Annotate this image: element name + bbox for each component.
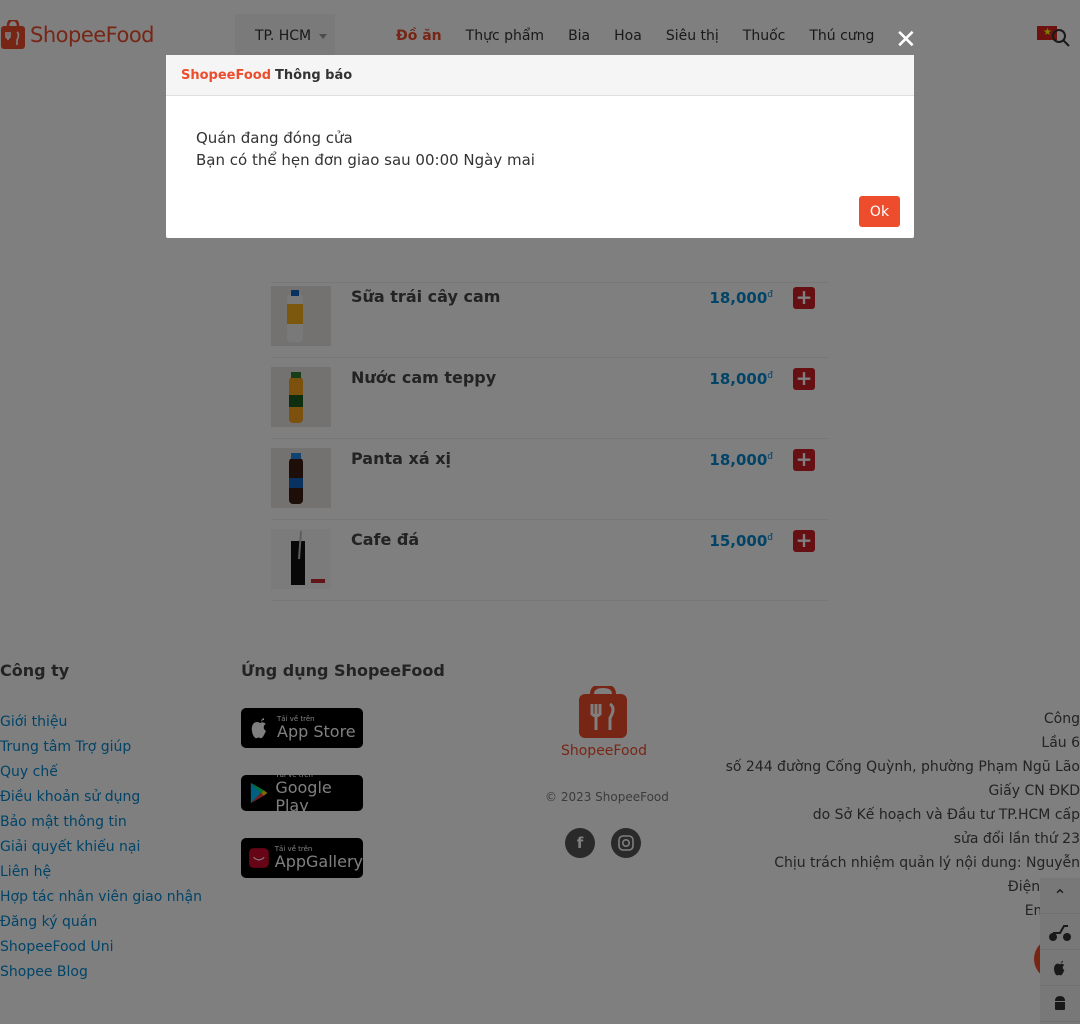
dialog-message-line-2: Bạn có thể hẹn đơn giao sau 00:00 Ngày m… — [196, 151, 535, 169]
dialog-brand: ShopeeFood — [181, 67, 272, 83]
dialog-header: ShopeeFood Thông báo — [166, 55, 914, 96]
ok-button[interactable]: Ok — [859, 196, 900, 227]
close-icon[interactable]: ✕ — [895, 26, 917, 54]
dialog-message: Quán đang đóng cửa Bạn có thể hẹn đơn gi… — [196, 127, 535, 171]
notification-dialog: ShopeeFood Thông báo Quán đang đóng cửa … — [166, 55, 914, 238]
dialog-title: Thông báo — [275, 67, 353, 83]
dialog-message-line-1: Quán đang đóng cửa — [196, 129, 353, 147]
